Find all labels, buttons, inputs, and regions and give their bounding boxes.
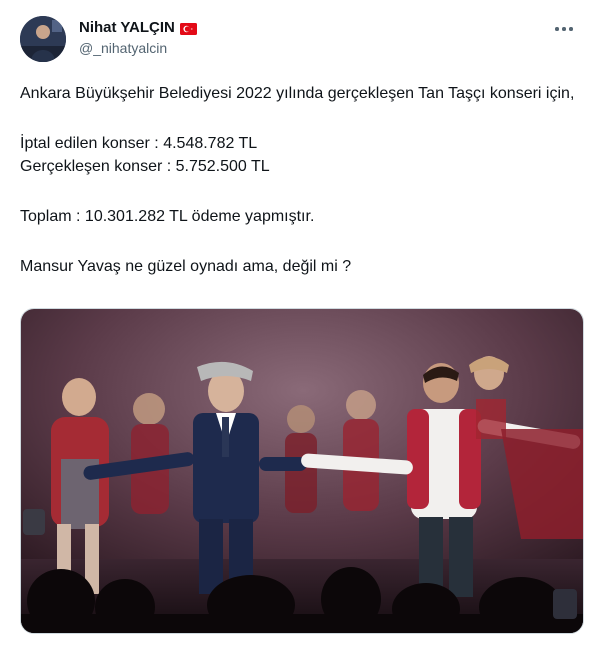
turkey-flag-icon xyxy=(179,22,197,35)
tweet-line: Mansur Yavaş ne güzel oynadı ama, değil … xyxy=(20,258,352,275)
tweet: Nihat YALÇIN @_nihatyalcin Ankara Büyükş… xyxy=(0,0,592,652)
tweet-line: Ankara Büyükşehir Belediyesi 2022 yılınd… xyxy=(20,85,575,102)
tweet-photo[interactable] xyxy=(20,308,584,634)
tweet-line: İptal edilen konser : 4.548.782 TL xyxy=(20,135,258,152)
tweet-line: Gerçekleşen konser : 5.752.500 TL xyxy=(20,158,270,175)
display-name[interactable]: Nihat YALÇIN xyxy=(79,19,175,36)
tweet-text: Ankara Büyükşehir Belediyesi 2022 yılınd… xyxy=(20,82,580,278)
author-name-row: Nihat YALÇIN xyxy=(79,19,197,36)
more-icon[interactable] xyxy=(554,22,576,36)
tweet-line: Toplam : 10.301.282 TL ödeme yapmıştır. xyxy=(20,208,315,225)
author-handle[interactable]: @_nihatyalcin xyxy=(79,40,167,56)
avatar[interactable] xyxy=(20,16,66,62)
